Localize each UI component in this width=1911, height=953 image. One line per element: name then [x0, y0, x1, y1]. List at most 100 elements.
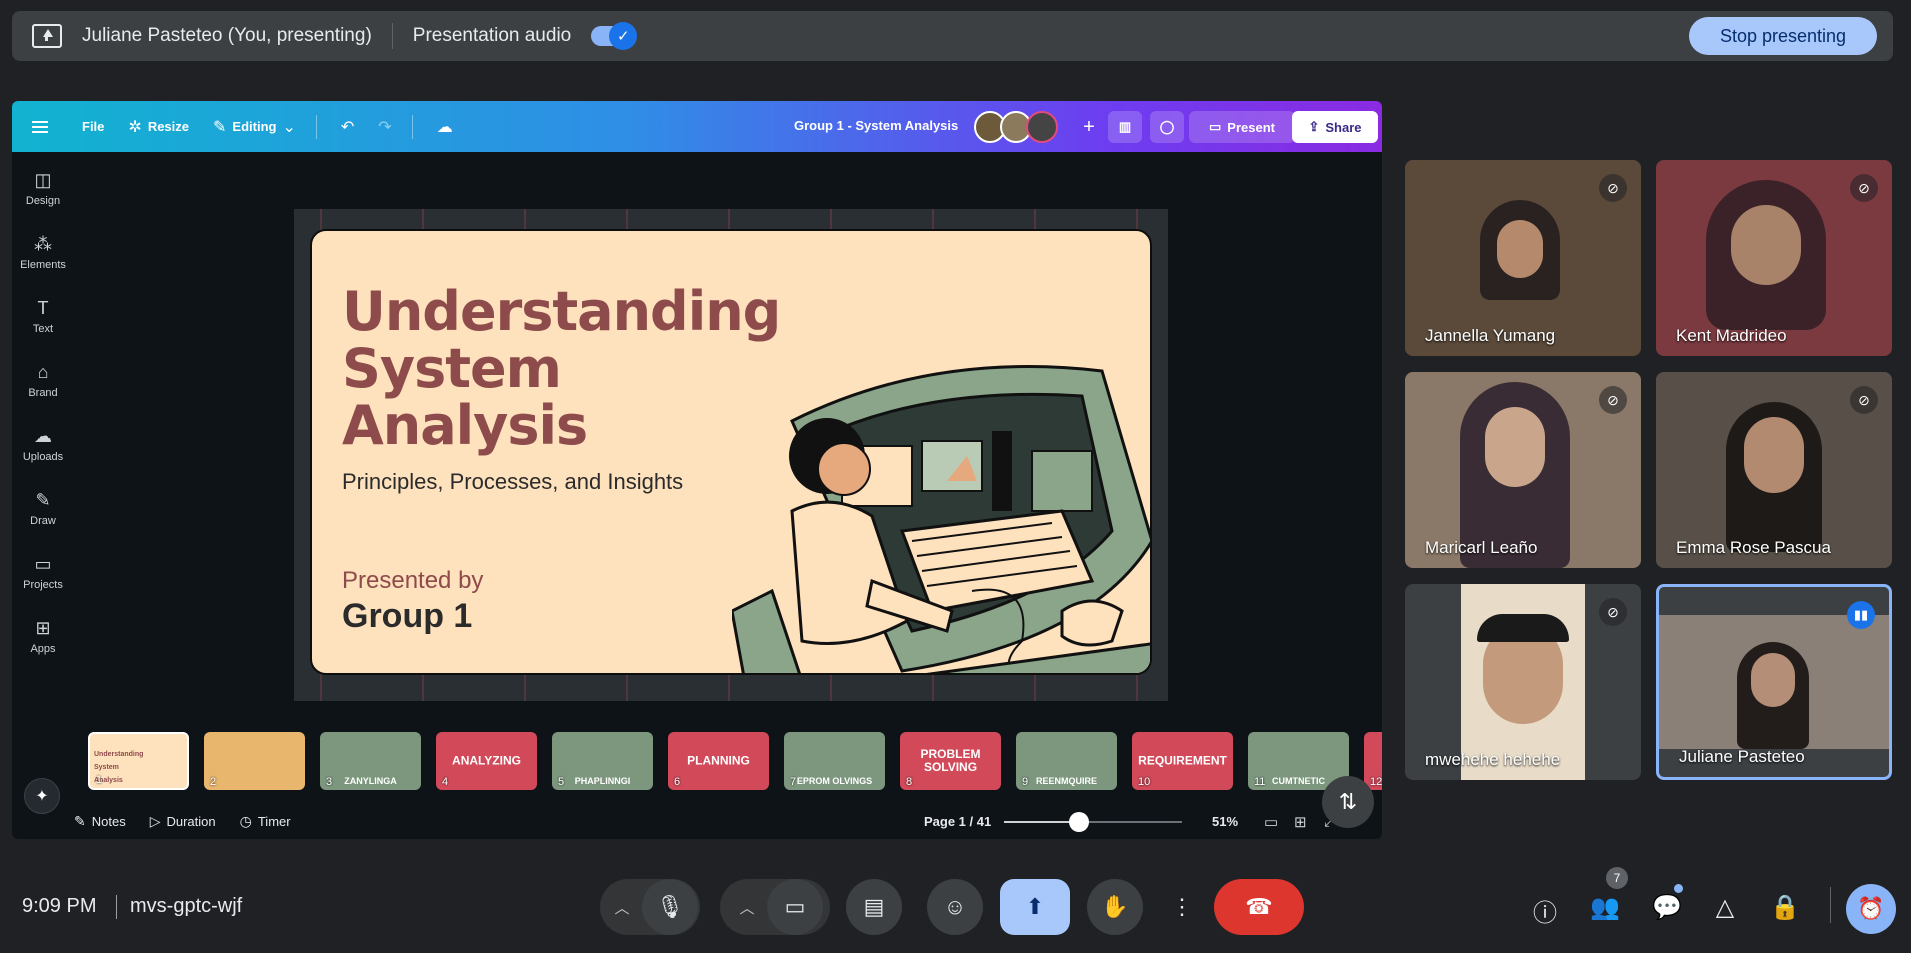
zoom-slider-handle[interactable]	[1068, 812, 1089, 832]
thumbnail-label: ANALYZING	[452, 753, 521, 768]
share-button[interactable]: ⇪ Share	[1292, 111, 1378, 143]
slide-thumbnail[interactable]: DO 12	[1364, 732, 1382, 790]
editing-menu[interactable]: ✎ Editing ⌄	[213, 117, 296, 137]
sidebar-item-elements[interactable]: ⁂ Elements	[12, 234, 74, 271]
leave-call-button[interactable]: ☎	[1214, 879, 1304, 935]
thumbnail-number: 5	[558, 776, 565, 788]
redo-button[interactable]: ↷	[378, 117, 391, 137]
present-now-button[interactable]: ⬆	[1000, 879, 1070, 935]
participant-tile[interactable]: ⊘ Jannella Yumang	[1405, 160, 1641, 356]
sparkle-icon: ✲	[128, 118, 142, 136]
computer-user-illustration[interactable]	[732, 341, 1152, 675]
divider	[411, 114, 413, 139]
participant-name: Emma Rose Pascua	[1676, 538, 1831, 557]
mic-off-icon: ⊘	[1599, 174, 1627, 202]
slide-thumbnail[interactable]: REQUIREMENT 10	[1132, 732, 1233, 790]
present-label: Present	[1227, 119, 1275, 135]
activities-icon[interactable]: △	[1710, 893, 1740, 922]
slide-thumbnail[interactable]: PROBLEM SOLVING 8	[900, 732, 1001, 790]
participant-tile-active-speaker[interactable]: ▮▮ Juliane Pasteteo	[1656, 584, 1892, 780]
zoom-slider[interactable]	[1004, 812, 1182, 832]
bar-chart-icon: ▥	[1118, 119, 1132, 134]
sidebar-item-label: Uploads	[22, 451, 64, 463]
sidebar-item-text[interactable]: T Text	[12, 298, 74, 335]
sidebar-item-design[interactable]: ◫ Design	[12, 170, 74, 207]
camera-control[interactable]: ︿ ▭	[720, 879, 830, 935]
timer-button[interactable]: ◷ Timer	[240, 813, 291, 830]
stop-presenting-button[interactable]: Stop presenting	[1689, 17, 1877, 55]
resize-menu[interactable]: ✲ Resize	[128, 117, 189, 137]
slide-subtitle[interactable]: Principles, Processes, and Insights	[342, 469, 683, 495]
participant-tile[interactable]: ⊘ Emma Rose Pascua	[1656, 372, 1892, 568]
mic-off-icon: ⊘	[1850, 174, 1878, 202]
undo-button[interactable]: ↶	[341, 117, 354, 137]
grid-view-icon[interactable]: ⊞	[1294, 813, 1307, 831]
slide-thumbnail[interactable]: 2	[204, 732, 305, 790]
insights-button[interactable]: ▥	[1108, 111, 1142, 143]
people-icon[interactable]: 👥	[1590, 893, 1620, 922]
camera-icon[interactable]: ▭	[767, 879, 823, 935]
thumbnail-number: 3	[326, 776, 333, 788]
chevron-up-icon[interactable]: ︿	[602, 897, 642, 918]
file-menu[interactable]: File	[82, 119, 104, 134]
document-title[interactable]: Group 1 - System Analysis	[794, 118, 958, 133]
add-collaborator-button[interactable]: +	[1076, 111, 1102, 143]
comments-button[interactable]: ◯	[1150, 111, 1184, 143]
divider	[1830, 887, 1831, 923]
editor-bottom-bar: ✎ Notes ▷ Duration ◷ Timer Page 1 / 41 51% …	[74, 804, 1382, 839]
chevron-up-icon[interactable]: ︿	[727, 897, 767, 918]
slide-thumbnail[interactable]: PLANNING 6	[668, 732, 769, 790]
cloud-save-button[interactable]: ☁	[437, 117, 453, 137]
avatar[interactable]	[1026, 111, 1058, 143]
slide-presented-by[interactable]: Presented by	[342, 567, 483, 595]
reactions-button[interactable]: ☺	[927, 879, 983, 935]
participant-tile[interactable]: ⊘ mwehehe hehehe	[1405, 584, 1641, 780]
sidebar-item-brand[interactable]: ⌂ Brand	[12, 362, 74, 399]
thumbnail-number: 11	[1254, 776, 1266, 788]
sidebar-item-label: Projects	[23, 579, 63, 591]
swap-arrows-icon[interactable]: ⇅	[1322, 776, 1374, 828]
undo-icon: ↶	[340, 118, 355, 136]
slide-thumbnail[interactable]: ZANYLINGA 3	[320, 732, 421, 790]
speaking-indicator-icon: ▮▮	[1847, 601, 1875, 629]
participant-tile[interactable]: ⊘ Kent Madrideo	[1656, 160, 1892, 356]
menu-icon[interactable]	[32, 120, 48, 133]
slide-thumbnail[interactable]: Understanding System Analysis 1	[88, 732, 189, 790]
zoom-level[interactable]: 51%	[1212, 814, 1238, 829]
sidebar-item-apps[interactable]: ⊞ Apps	[12, 618, 74, 655]
slide-thumbnail[interactable]: PHAPLINNGI 5	[552, 732, 653, 790]
slide-group-name[interactable]: Group 1	[342, 597, 472, 636]
raise-hand-button[interactable]: ✋	[1087, 879, 1143, 935]
slide-thumbnail[interactable]: ANALYZING 4	[436, 732, 537, 790]
emoji-icon: ☺	[943, 894, 967, 919]
sidebar-item-projects[interactable]: ▭ Projects	[12, 554, 74, 591]
brand-icon: ⌂	[37, 362, 49, 382]
microphone-control[interactable]: ︿ 🎙	[600, 879, 700, 935]
chat-icon[interactable]: 💬	[1652, 893, 1682, 922]
sidebar-item-draw[interactable]: ✎ Draw	[12, 490, 74, 527]
slide-thumbnail[interactable]: EPROM OLVINGS 7	[784, 732, 885, 790]
plus-icon: +	[1083, 115, 1095, 138]
duration-button[interactable]: ▷ Duration	[150, 813, 216, 830]
presentation-audio-label: Presentation audio	[412, 25, 572, 46]
presentation-audio-toggle[interactable]: ✓	[591, 22, 638, 50]
thumbnail-number: 12	[1370, 776, 1382, 788]
host-controls-icon[interactable]: 🔒	[1770, 893, 1800, 922]
page-indicator[interactable]: Page 1 / 41	[924, 814, 991, 829]
pages-view-icon[interactable]: ▭	[1264, 813, 1278, 831]
info-icon[interactable]: ⓘ	[1530, 893, 1560, 928]
more-options-button[interactable]: ⋮	[1162, 879, 1202, 935]
slide-thumbnail[interactable]: REENMQUIRE 9	[1016, 732, 1117, 790]
thumbnail-number: 7	[790, 776, 797, 788]
captions-button[interactable]: ▤	[846, 879, 902, 935]
magic-assistant-button[interactable]: ✦	[24, 778, 60, 814]
slide-card[interactable]: Understanding System Analysis Principles…	[310, 229, 1152, 675]
microphone-icon[interactable]: 🎙	[642, 879, 698, 935]
sidebar-item-uploads[interactable]: ☁ Uploads	[12, 426, 74, 463]
slide-canvas[interactable]: Understanding System Analysis Principles…	[294, 209, 1168, 701]
timer-icon[interactable]: ⏰	[1846, 884, 1896, 934]
collaborator-avatars[interactable]	[974, 111, 1058, 143]
present-button[interactable]: ▭ Present	[1189, 111, 1295, 143]
notes-button[interactable]: ✎ Notes	[74, 813, 126, 830]
participant-tile[interactable]: ⊘ Maricarl Leaño	[1405, 372, 1641, 568]
